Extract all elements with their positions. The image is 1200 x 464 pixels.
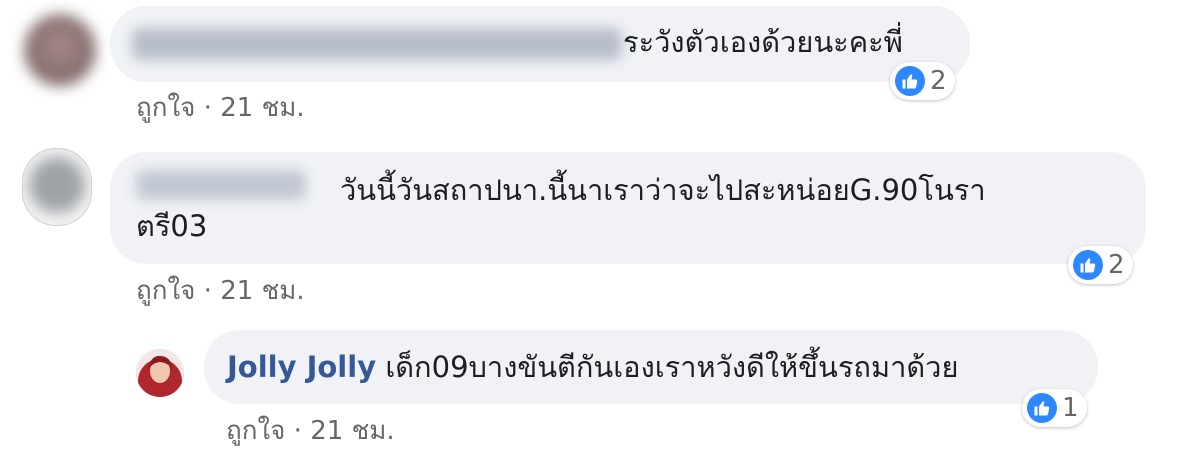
redacted-name: [136, 170, 306, 200]
reply-author-name[interactable]: Jolly Jolly: [227, 350, 376, 384]
avatar-blur-overlay: [29, 157, 85, 213]
reply-text-line: Jolly Jolly เด็ก09บางขันตีกันเองเราหวังด…: [227, 347, 958, 387]
comment-meta: ถูกใจ · 21 ชม.: [136, 270, 305, 311]
reaction-count: 1: [1062, 393, 1079, 423]
avatar-portrait: [136, 349, 184, 397]
comment-text-line1: วันนี้วันสถาปนา.นี้นาเราว่าจะไปสะหน่อยG.…: [340, 173, 986, 207]
comment-text: ระวังตัวเองด้วยนะคะพี่: [623, 25, 903, 59]
timestamp[interactable]: 21 ชม.: [310, 416, 394, 446]
thumbs-up-icon: [1027, 393, 1057, 423]
thumbs-up-icon: [1073, 250, 1103, 280]
comment-meta: ถูกใจ · 21 ชม.: [136, 87, 305, 128]
separator: ·: [285, 416, 311, 446]
reply-text: เด็ก09บางขันตีกันเองเราหวังดีให้ขึ้นรถมา…: [385, 350, 959, 384]
reply-author-avatar[interactable]: [136, 349, 184, 397]
thumbs-up-icon: [895, 66, 925, 96]
reaction-count-badge[interactable]: 2: [1068, 246, 1133, 284]
separator: ·: [195, 93, 221, 123]
like-link[interactable]: ถูกใจ: [136, 93, 195, 123]
comment-text-line2: ตรี03: [136, 209, 208, 243]
reaction-count-badge[interactable]: 1: [1022, 389, 1087, 427]
reaction-count: 2: [1108, 250, 1125, 280]
commenter-avatar-blurred[interactable]: [24, 14, 96, 86]
like-link[interactable]: ถูกใจ: [226, 416, 285, 446]
redacted-name: [132, 28, 622, 60]
like-link[interactable]: ถูกใจ: [136, 276, 195, 306]
commenter-avatar-blurred[interactable]: [22, 148, 92, 226]
reaction-count-badge[interactable]: 2: [890, 62, 955, 100]
timestamp[interactable]: 21 ชม.: [220, 93, 304, 123]
reaction-count: 2: [930, 66, 947, 96]
timestamp[interactable]: 21 ชม.: [220, 276, 304, 306]
reply-meta: ถูกใจ · 21 ชม.: [226, 410, 395, 451]
separator: ·: [195, 276, 221, 306]
